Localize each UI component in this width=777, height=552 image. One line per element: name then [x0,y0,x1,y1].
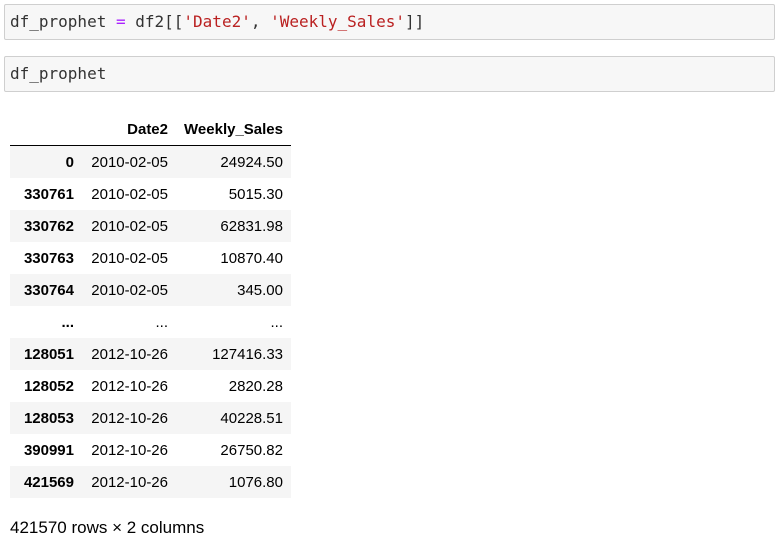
row-index: 128052 [23,377,74,395]
date-cell: 2010-02-05 [91,217,168,235]
code-cell-input[interactable]: df_prophet [4,56,775,92]
row-index: 421569 [23,473,74,491]
dataframe-table: Date2 Weekly_Sales 0 2010-02-05 24924.50 33… [10,114,291,498]
row-index: 128051 [23,345,74,363]
date-cell: ... [155,313,168,331]
table-row: 0 2010-02-05 24924.50 [10,145,291,178]
date-cell: 2012-10-26 [91,441,168,459]
date-cell: 2012-10-26 [91,345,168,363]
row-index: 330762 [23,217,74,235]
code-token: ]] [404,12,425,31]
code-token: = [115,12,126,31]
row-index: 128053 [23,409,74,427]
code-token: , [250,12,271,31]
date-cell: 2010-02-05 [91,249,168,267]
table-row: 390991 2012-10-26 26750.82 [10,434,291,466]
table-header-row: Date2 Weekly_Sales [10,114,291,146]
row-index: 390991 [23,441,74,459]
code-token: 'Weekly_Sales' [270,12,405,31]
code-token: 'Date2' [183,12,251,31]
code-token: df_prophet [10,12,107,31]
weekly-sales-cell: 10870.40 [220,249,283,267]
column-header-weekly-sales: Weekly_Sales [176,114,291,146]
row-index: 330764 [23,281,74,299]
table-row: ......... [10,306,291,338]
code-token: df_prophet [10,64,107,83]
table-row: 421569 2012-10-26 1076.80 [10,466,291,498]
row-index: 330763 [23,249,74,267]
table-row: 330762 2010-02-05 62831.98 [10,210,291,242]
date-cell: 2010-02-05 [91,185,168,203]
table-row: 330764 2010-02-05 345.00 [10,274,291,306]
weekly-sales-cell: 2820.28 [228,377,283,395]
weekly-sales-cell: 127416.33 [212,345,283,363]
row-index: ... [61,313,74,331]
table-row: 128053 2012-10-26 40228.51 [10,402,291,434]
weekly-sales-cell: 5015.30 [228,185,283,203]
column-header-date2: Date2 [82,114,176,146]
table-row: 128051 2012-10-26 127416.33 [10,338,291,370]
weekly-sales-cell: 62831.98 [220,217,283,235]
row-index: 0 [65,153,74,171]
index-column-header [10,114,82,146]
weekly-sales-cell: 345.00 [237,281,283,299]
weekly-sales-cell: 1076.80 [228,473,283,491]
date-cell: 2012-10-26 [91,473,168,491]
table-row: 330763 2010-02-05 10870.40 [10,242,291,274]
weekly-sales-cell: 26750.82 [220,441,283,459]
code-cell-input[interactable]: df_prophet = df2[['Date2', 'Weekly_Sales… [4,4,775,40]
table-row: 128052 2012-10-26 2820.28 [10,370,291,402]
dataframe-shape-text: 421570 rows × 2 columns [10,518,205,537]
date-cell: 2010-02-05 [91,281,168,299]
date-cell: 2012-10-26 [91,377,168,395]
weekly-sales-cell: 24924.50 [220,153,283,171]
date-cell: 2012-10-26 [91,409,168,427]
weekly-sales-cell: 40228.51 [220,409,283,427]
date-cell: 2010-02-05 [91,153,168,171]
row-index: 330761 [23,185,74,203]
cell-output: Date2 Weekly_Sales 0 2010-02-05 24924.50 33… [10,114,291,498]
weekly-sales-cell: ... [270,313,283,331]
table-row: 330761 2010-02-05 5015.30 [10,178,291,210]
code-token: df2[[ [125,12,184,31]
